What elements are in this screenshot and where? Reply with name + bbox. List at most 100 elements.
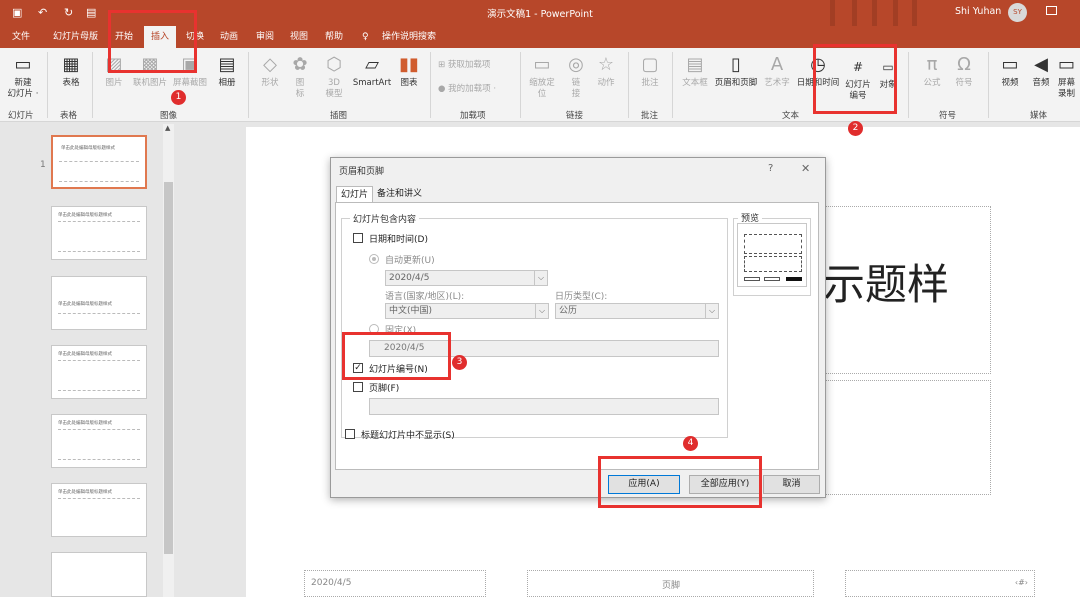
tab-transitions[interactable]: 切换 bbox=[186, 26, 204, 48]
comment-button[interactable]: ▢ 批注 bbox=[636, 54, 664, 89]
chart-button[interactable]: ▮▮ 图表 bbox=[396, 54, 422, 89]
group-label-images: 图像 bbox=[160, 111, 178, 121]
footer-placeholder[interactable]: 页脚 bbox=[527, 570, 814, 597]
new-slide-button[interactable]: ▭ 新建 幻灯片 · bbox=[4, 54, 42, 100]
smartart-icon: ▱ bbox=[365, 54, 379, 75]
title-bar: ▣ ↶ ↻ ▤ ▾ 演示文稿1 - PowerPoint Shi Yuhan S… bbox=[0, 0, 1080, 26]
tab-review[interactable]: 审阅 bbox=[256, 26, 274, 48]
auto-update-radio[interactable] bbox=[369, 254, 379, 264]
shapes-icon: ◇ bbox=[263, 54, 277, 75]
wordart-button[interactable]: A 艺术字 bbox=[762, 54, 792, 89]
close-button[interactable]: ✕ bbox=[801, 162, 810, 175]
separator bbox=[47, 52, 48, 118]
record-icon: ▭ bbox=[1058, 54, 1076, 75]
screen-record-button[interactable]: ▭ 屏幕 录制 bbox=[1058, 54, 1080, 100]
slide-number-button[interactable]: # 幻灯片 编号 bbox=[841, 56, 875, 102]
tab-slide[interactable]: 幻灯片 bbox=[336, 186, 374, 202]
tab-help[interactable]: 帮助 bbox=[325, 26, 343, 48]
slide-number-checkbox[interactable]: ✓ bbox=[353, 363, 363, 373]
footer-input[interactable] bbox=[369, 398, 719, 415]
slide-number-label: 幻灯片编号(N) bbox=[369, 365, 428, 375]
my-addins-button[interactable]: ● 我的加载项 · bbox=[438, 84, 496, 95]
zoom-button[interactable]: ▭ 缩放定 位 bbox=[524, 54, 560, 100]
table-button[interactable]: ▦ 表格 bbox=[56, 54, 86, 89]
object-button[interactable]: ▭ 对象 bbox=[876, 56, 900, 91]
video-button[interactable]: ▭ 视频 bbox=[996, 54, 1024, 89]
cancel-button[interactable]: 取消 bbox=[763, 475, 820, 494]
thumbnail-layout[interactable]: 单击此处编辑母版标题样式 bbox=[51, 206, 147, 260]
smartart-button[interactable]: ▱ SmartArt bbox=[350, 54, 394, 89]
apply-button[interactable]: 应用(A) bbox=[608, 475, 680, 494]
user-name[interactable]: Shi Yuhan bbox=[955, 6, 1001, 17]
action-button[interactable]: ☆ 动作 bbox=[592, 54, 620, 89]
screenshot-icon: ▣ bbox=[181, 54, 199, 75]
step-marker: 2 bbox=[848, 121, 863, 136]
datetime-button[interactable]: ◷ 日期和时间 bbox=[794, 54, 842, 89]
thumbnail-layout[interactable]: 单击此处编辑母版标题样式 bbox=[51, 276, 147, 330]
header-footer-button[interactable]: ▯ 页眉和页脚 bbox=[712, 54, 760, 89]
3d-models-button[interactable]: ⬡ 3D 模型 bbox=[318, 54, 350, 100]
dialog-title: 页眉和页脚 bbox=[339, 167, 385, 177]
tab-insert[interactable]: 插入 bbox=[144, 26, 177, 48]
ribbon-display-icon[interactable] bbox=[1046, 6, 1057, 15]
apply-all-button[interactable]: 全部应用(Y) bbox=[689, 475, 761, 494]
album-button[interactable]: ▤ 相册 bbox=[212, 54, 242, 89]
online-picture-button[interactable]: ▩ 联机图片 bbox=[130, 54, 170, 89]
footer-checkbox[interactable] bbox=[353, 382, 363, 392]
globe-icon: ◎ bbox=[568, 54, 584, 75]
tab-slide-master[interactable]: 幻灯片母版 bbox=[53, 26, 98, 48]
slide-number-icon: # bbox=[852, 60, 864, 74]
date-placeholder[interactable]: 2020/4/5 bbox=[304, 570, 486, 597]
tab-animations[interactable]: 动画 bbox=[220, 26, 238, 48]
tab-file[interactable]: 文件 bbox=[12, 26, 30, 48]
chevron-down-icon: ⌵ bbox=[705, 304, 718, 318]
slide-number-placeholder[interactable]: ‹#› bbox=[845, 570, 1035, 597]
document-title: 演示文稿1 - PowerPoint bbox=[487, 9, 593, 20]
help-button[interactable]: ? bbox=[768, 163, 773, 174]
thumbnail-layout[interactable]: 单击此处编辑母版标题样式 bbox=[51, 345, 147, 399]
thumbnail-layout[interactable]: 单击此处编辑母版标题样式 bbox=[51, 483, 147, 537]
scroll-thumb[interactable] bbox=[164, 182, 173, 554]
table-icon: ▦ bbox=[62, 54, 80, 75]
separator bbox=[520, 52, 521, 118]
datetime-checkbox[interactable] bbox=[353, 233, 363, 243]
thumbnail-master[interactable]: 单击此处编辑母版标题样式 bbox=[51, 135, 147, 189]
separator bbox=[908, 52, 909, 118]
chevron-down-icon: ⌵ bbox=[535, 304, 548, 318]
group-label-symbols: 符号 bbox=[939, 111, 957, 121]
speaker-icon: ◀ bbox=[1034, 54, 1048, 75]
thumbnail-scrollbar[interactable]: ▲ bbox=[163, 124, 174, 597]
calendar-select[interactable]: 公历 ⌵ bbox=[555, 303, 719, 319]
action-icon: ☆ bbox=[597, 54, 615, 75]
link-button[interactable]: ◎ 链 接 bbox=[562, 54, 590, 100]
thumbnail-layout[interactable]: 单击此处编辑母版标题样式 bbox=[51, 414, 147, 468]
tab-view[interactable]: 视图 bbox=[290, 26, 308, 48]
date-format-select[interactable]: 2020/4/5 ⌵ bbox=[385, 270, 548, 286]
scroll-up-icon[interactable]: ▲ bbox=[165, 124, 170, 132]
shapes-button[interactable]: ◇ 形状 bbox=[256, 54, 284, 89]
fixed-date-input[interactable]: 2020/4/5 bbox=[369, 340, 719, 357]
group-label-table: 表格 bbox=[60, 111, 78, 121]
calendar-label: 日历类型(C): bbox=[555, 292, 608, 302]
header-footer-dialog: 页眉和页脚 ? ✕ 幻灯片 备注和讲义 幻灯片包含内容 日期和时间(D) 自动更… bbox=[330, 157, 826, 498]
icons-button[interactable]: ✿ 图 标 bbox=[288, 54, 312, 100]
tell-me-search[interactable]: 操作说明搜索 bbox=[382, 26, 436, 48]
screenshot-button[interactable]: ▣ 屏幕截图 bbox=[170, 54, 210, 89]
avatar[interactable]: SY bbox=[1008, 3, 1027, 22]
tab-home[interactable]: 开始 bbox=[115, 26, 133, 48]
chevron-down-icon: ⌵ bbox=[534, 271, 547, 285]
symbol-button[interactable]: Ω 符号 bbox=[950, 54, 978, 89]
cube-icon: ⬡ bbox=[326, 54, 342, 75]
step-marker: 4 bbox=[683, 436, 698, 451]
language-select[interactable]: 中文(中国) ⌵ bbox=[385, 303, 549, 319]
equation-button[interactable]: π 公式 bbox=[918, 54, 946, 89]
thumbnail-layout[interactable] bbox=[51, 552, 147, 597]
fixed-radio[interactable] bbox=[369, 324, 379, 334]
hide-on-title-checkbox[interactable] bbox=[345, 429, 355, 439]
audio-button[interactable]: ◀ 音频 bbox=[1027, 54, 1055, 89]
picture-button[interactable]: ▨ 图片 bbox=[100, 54, 128, 89]
slide-index: 1 bbox=[40, 160, 46, 170]
textbox-button[interactable]: ▤ 文本框 bbox=[680, 54, 710, 89]
get-addins-button[interactable]: ⊞ 获取加载项 bbox=[438, 60, 490, 71]
tab-notes-handouts[interactable]: 备注和讲义 bbox=[373, 186, 426, 202]
